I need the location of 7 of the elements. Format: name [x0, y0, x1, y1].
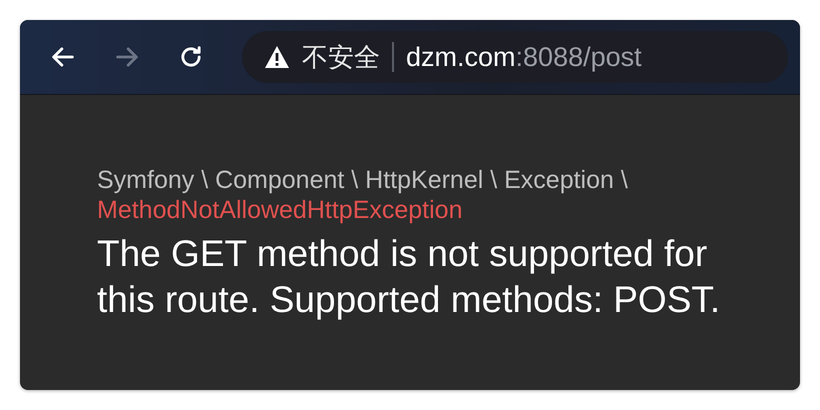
security-label: 不安全 [302, 42, 380, 74]
exception-class: MethodNotAllowedHttpException [97, 195, 464, 225]
address-bar[interactable]: 不安全 dzm.com:8088/post [242, 31, 788, 83]
exception-namespace: Symfony \ Component \ HttpKernel \ Exception \ [97, 165, 629, 195]
url-text: dzm.com:8088/post [406, 42, 642, 72]
warning-icon [264, 45, 290, 69]
error-message: The GET method is not supported for this route. Supported methods: POST. [97, 232, 722, 322]
